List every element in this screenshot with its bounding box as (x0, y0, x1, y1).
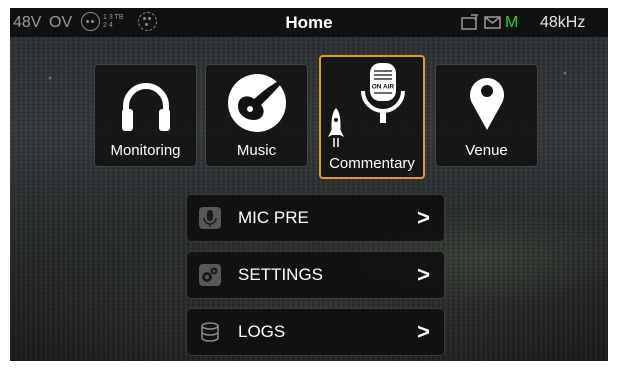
menu-item-settings[interactable]: SETTINGS > (186, 251, 445, 299)
sample-rate: 48kHz (540, 14, 586, 31)
chevron-right-icon: > (417, 205, 430, 230)
tile-commentary[interactable]: ON AIR Commentary (319, 55, 425, 179)
gears-icon (199, 264, 221, 286)
tile-label-venue: Venue (465, 142, 508, 159)
tile-music[interactable]: Music (205, 64, 308, 167)
status-bar: 48V OV 1 3 TB 2 4 Home M 48kHz (10, 8, 608, 37)
location-pin-icon (470, 78, 504, 130)
microphone-icon (199, 207, 221, 229)
menu-label-logs: LOGS (238, 322, 286, 341)
rocket-icon (328, 108, 344, 147)
database-icon (201, 322, 219, 342)
chevron-right-icon: > (417, 262, 430, 287)
on-air-microphone-icon: ON AIR (361, 63, 405, 123)
connection-indicator: M (505, 14, 519, 31)
on-air-badge: ON AIR (372, 84, 395, 91)
menu-label-mic-pre: MIC PRE (238, 208, 309, 227)
device-screen: 48V OV 1 3 TB 2 4 Home M 48kHz Monitorin… (10, 8, 608, 361)
tile-label-monitoring: Monitoring (110, 142, 181, 159)
guitar-icon (228, 74, 286, 132)
tile-label-music: Music (236, 142, 277, 159)
headphones-icon (122, 83, 170, 131)
chevron-right-icon: > (417, 319, 430, 344)
menu-label-settings: SETTINGS (238, 265, 324, 284)
card-icon (461, 14, 479, 30)
tile-monitoring[interactable]: Monitoring (94, 64, 197, 167)
menu-item-mic-pre[interactable]: MIC PRE > (186, 194, 445, 242)
menu-item-logs[interactable]: LOGS > (186, 308, 445, 356)
mail-icon (484, 16, 501, 29)
tile-venue[interactable]: Venue (435, 64, 538, 167)
tile-label-commentary: Commentary (329, 155, 415, 172)
